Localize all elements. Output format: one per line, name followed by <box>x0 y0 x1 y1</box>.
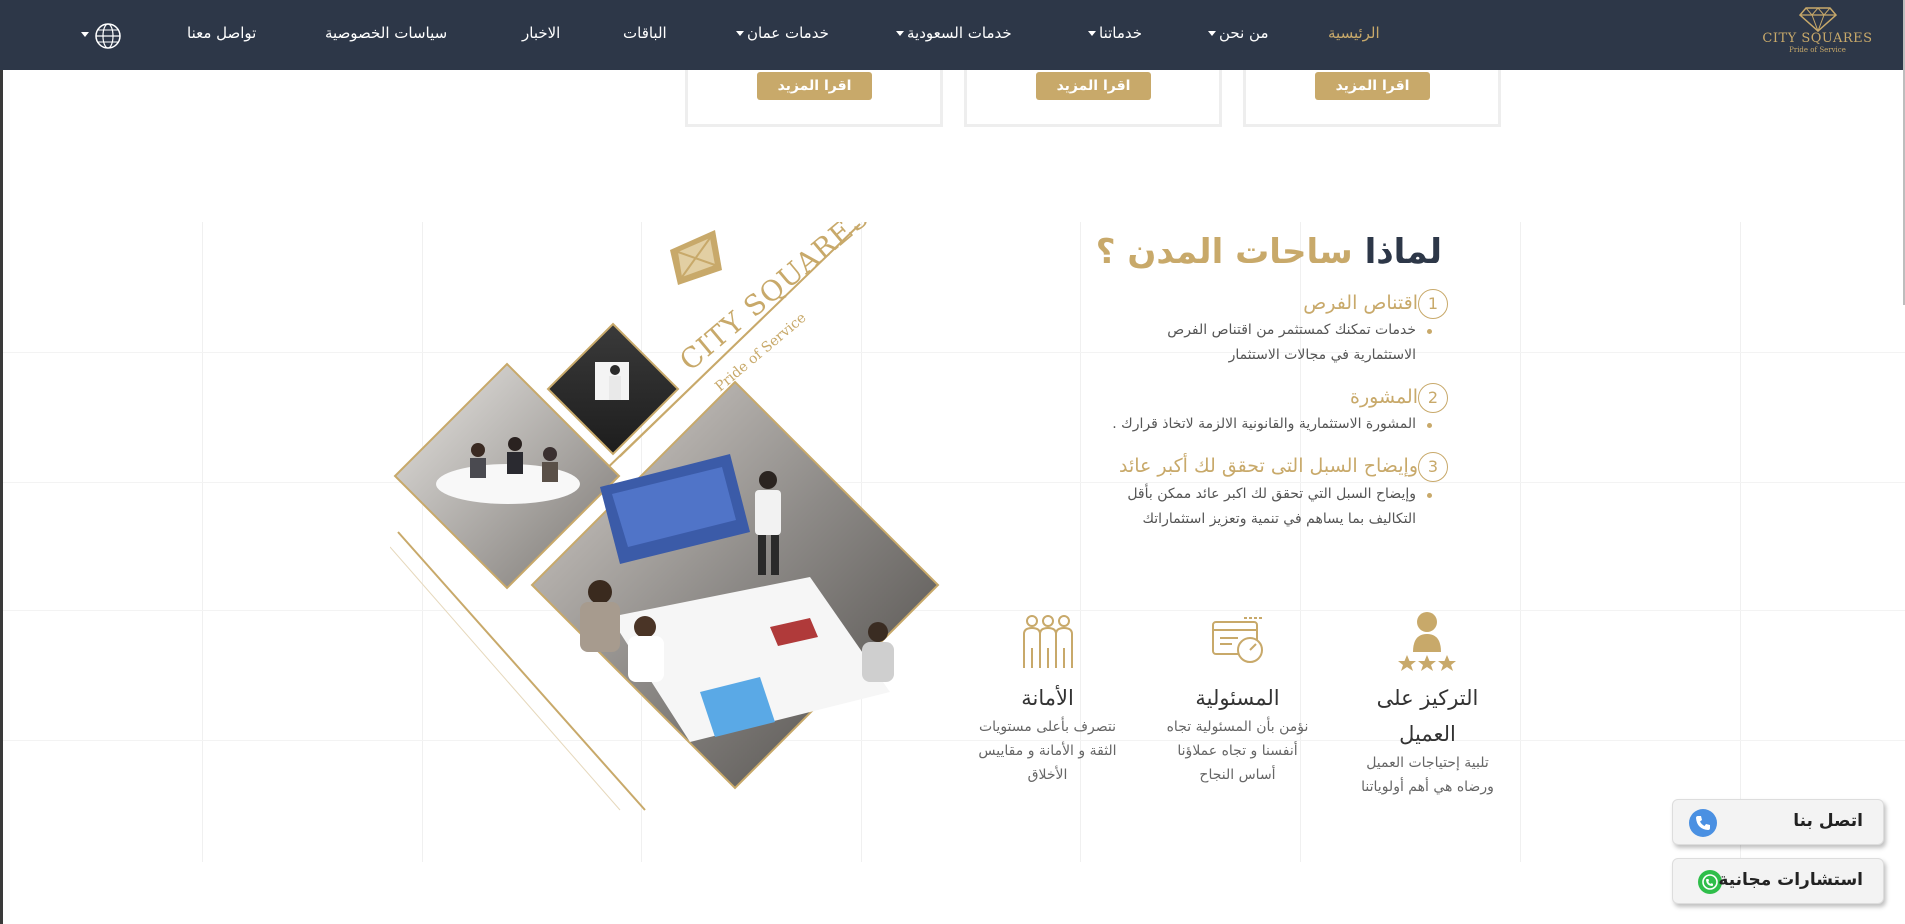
free-consultation-label: استشارات مجانية <box>1718 870 1863 890</box>
language-switcher[interactable] <box>78 20 128 50</box>
contact-us-label: اتصل بنا <box>1793 811 1863 831</box>
phone-icon <box>1689 809 1717 837</box>
chevron-down-icon <box>81 32 89 37</box>
service-card: اقرا المزيد <box>964 70 1222 127</box>
bullet <box>1427 493 1432 498</box>
feature-text-honesty-line3: الأخلاق <box>1027 767 1068 783</box>
feature-title-honesty: الأمانة <box>1021 686 1074 710</box>
feature-text-honesty-line1: نتصرف بأعلى مستويات <box>978 719 1116 735</box>
window-edge <box>0 70 3 924</box>
feature-text-customer: تلبية إحتياجات العميل ورضاه هي أهم أولوي… <box>1340 751 1515 799</box>
diamond-logo-icon <box>1798 7 1837 32</box>
logo-title: CITY SQUARES <box>1762 31 1873 46</box>
feature-title-responsibility: المسئولية <box>1195 686 1280 710</box>
nav-services[interactable]: خدماتنا <box>1085 24 1142 42</box>
chevron-down-icon <box>896 31 904 36</box>
chevron-down-icon <box>1088 31 1096 36</box>
point-number-1: 1 <box>1418 289 1448 319</box>
contact-us-button[interactable]: اتصل بنا <box>1672 799 1884 845</box>
nav-about[interactable]: من نحن <box>1205 24 1269 42</box>
bullet <box>1427 423 1432 428</box>
grid-line <box>0 610 1905 611</box>
service-card: اقرا المزيد <box>685 70 943 127</box>
team-trust-icon <box>1023 615 1073 668</box>
photo-collage: CITY SQUARES Pride of Service <box>389 200 950 812</box>
collage-graphic: CITY SQUARES Pride of Service <box>389 200 940 811</box>
read-more-button[interactable]: اقرا المزيد <box>1036 72 1151 100</box>
grid-line <box>0 352 1905 353</box>
nav-saudi-services[interactable]: خدمات السعودية <box>893 24 1012 42</box>
service-card: اقرا المزيد <box>1243 70 1501 127</box>
nav-services-label: خدماتنا <box>1099 24 1143 42</box>
point-text-3-line1: وإيضاح السبل التي تحقق لك اكبر عائد ممكن… <box>1127 486 1416 502</box>
point-number-3: 3 <box>1418 452 1448 482</box>
grid-line <box>1740 222 1741 862</box>
customer-rating-icon <box>1398 612 1456 671</box>
feature-text-responsibility: نؤمن بأن المسئولية تجاه أنفسنا و تجاه عم… <box>1140 715 1335 787</box>
nav-oman-services[interactable]: خدمات عمان <box>733 24 829 42</box>
grid-line <box>202 222 203 862</box>
logo-subtitle: Pride of Service <box>1789 46 1846 54</box>
nav-oman-services-label: خدمات عمان <box>747 24 829 42</box>
feature-text-responsibility-line3: أساس النجاح <box>1199 767 1276 783</box>
point-text-1-line1: خدمات تمكنك كمستثمر من اقتناص الفرص <box>1167 322 1416 338</box>
grid-line <box>0 482 1905 483</box>
why-section-title: لماذا ساحات المدن ؟ <box>1096 232 1442 272</box>
globe-icon <box>95 23 121 49</box>
read-more-button[interactable]: اقرا المزيد <box>1315 72 1430 100</box>
nav-home[interactable]: الرئيسية <box>1328 24 1380 42</box>
point-text-1-line2: الاستثمارية في مجالات الاستثمار <box>1228 347 1416 363</box>
point-text-2-line1: المشورة الاستثمارية والقانونية الالزمة ل… <box>1112 416 1416 432</box>
grid-line <box>1520 222 1521 862</box>
feature-text-customer-line2: ورضاه هي أهم أولوياتنا <box>1361 779 1494 795</box>
feature-text-honesty-line2: الثقة و الأمانة و مقاييس <box>978 743 1117 759</box>
nav-saudi-services-label: خدمات السعودية <box>907 24 1012 42</box>
nav-news[interactable]: الاخبار <box>522 24 560 42</box>
chevron-down-icon <box>736 31 744 36</box>
point-title-3: وإيضاح السبل التى تحقق لك أكبر عائد <box>1118 455 1418 477</box>
feature-text-responsibility-line1: نؤمن بأن المسئولية تجاه <box>1166 719 1309 735</box>
chevron-down-icon <box>1208 31 1216 36</box>
why-title-prefix: لماذا <box>1364 232 1442 272</box>
responsibility-speed-icon <box>1212 617 1263 663</box>
point-title-1: اقتناص الفرص <box>1303 292 1418 314</box>
nav-packages[interactable]: الباقات <box>623 24 667 42</box>
nav-privacy[interactable]: سياسات الخصوصية <box>325 24 447 42</box>
feature-title-customer-line1: التركيز على <box>1376 686 1479 710</box>
free-consultation-button[interactable]: استشارات مجانية <box>1672 858 1884 904</box>
feature-title-customer: التركيز على العميل <box>1355 680 1500 752</box>
why-title-highlight: ساحات المدن ؟ <box>1095 232 1353 272</box>
top-navbar: CITY SQUARES Pride of Service الرئيسية م… <box>0 0 1905 70</box>
point-text-1: خدمات تمكنك كمستثمر من اقتناص الفرص الاس… <box>1076 318 1416 368</box>
feature-text-responsibility-line2: أنفسنا و تجاه عملاؤنا <box>1177 743 1298 759</box>
point-text-3: وإيضاح السبل التي تحقق لك اكبر عائد ممكن… <box>1056 482 1416 532</box>
feature-text-honesty: نتصرف بأعلى مستويات الثقة و الأمانة و مق… <box>950 715 1145 787</box>
point-title-2: المشورة <box>1350 386 1418 408</box>
read-more-button[interactable]: اقرا المزيد <box>757 72 872 100</box>
point-text-2: المشورة الاستثمارية والقانونية الالزمة ل… <box>1016 412 1416 437</box>
feature-title-customer-line2: العميل <box>1399 722 1456 746</box>
feature-text-customer-line1: تلبية إحتياجات العميل <box>1366 755 1489 771</box>
site-logo[interactable]: CITY SQUARES Pride of Service <box>1745 6 1890 66</box>
bullet <box>1427 329 1432 334</box>
nav-about-label: من نحن <box>1219 24 1269 42</box>
nav-contact[interactable]: تواصل معنا <box>187 24 256 42</box>
point-number-2: 2 <box>1418 383 1448 413</box>
point-text-3-line2: التكاليف بما يساهم في تنمية وتعزيز استثم… <box>1142 511 1416 527</box>
